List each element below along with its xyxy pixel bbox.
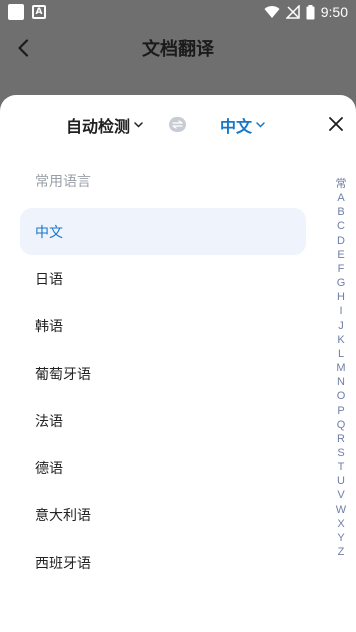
status-bar: A 9:50: [0, 0, 356, 24]
index-letter[interactable]: X: [337, 517, 344, 531]
index-letter[interactable]: V: [337, 488, 344, 502]
swap-icon: [172, 120, 183, 129]
index-letter[interactable]: K: [337, 333, 344, 347]
index-letter[interactable]: O: [337, 389, 346, 403]
language-item-korean[interactable]: 韩语: [20, 303, 306, 350]
page-title: 文档翻译: [142, 39, 214, 60]
index-letter[interactable]: P: [337, 404, 344, 418]
alphabet-index-bar[interactable]: 常 A B C D E F G H I J K L M N O P Q R S …: [334, 177, 348, 559]
wifi-icon: [264, 6, 280, 19]
index-letter[interactable]: Y: [337, 531, 344, 545]
close-icon: [329, 117, 343, 131]
language-item-portuguese[interactable]: 葡萄牙语: [20, 350, 306, 397]
close-button[interactable]: [326, 114, 346, 134]
index-letter[interactable]: S: [337, 446, 344, 460]
index-letter[interactable]: D: [337, 234, 345, 248]
common-languages-heading: 常用语言: [35, 174, 91, 190]
back-button[interactable]: [12, 36, 34, 60]
language-picker-sheet: 自动检测 中文 常用语言 中文 日语 韩语 葡萄牙语 法语 德语 意大利语 西班…: [0, 95, 356, 632]
index-letter[interactable]: C: [337, 219, 345, 233]
chevron-down-icon: [256, 122, 265, 128]
index-letter[interactable]: G: [337, 276, 346, 290]
index-letter[interactable]: Q: [337, 418, 346, 432]
language-item-german[interactable]: 德语: [20, 444, 306, 491]
source-language-label: 自动检测: [66, 117, 131, 136]
a-icon: A: [32, 5, 46, 19]
chevron-down-icon: [134, 122, 143, 128]
language-bar: 自动检测 中文: [0, 95, 356, 155]
language-item-japanese[interactable]: 日语: [20, 255, 306, 302]
index-letter[interactable]: Z: [338, 545, 345, 559]
language-item-spanish[interactable]: 西班牙语: [20, 539, 306, 586]
language-list: 中文 日语 韩语 葡萄牙语 法语 德语 意大利语 西班牙语: [20, 208, 306, 586]
index-letter[interactable]: I: [339, 304, 342, 318]
square-icon: [8, 4, 24, 20]
target-language-dropdown[interactable]: 中文: [220, 113, 265, 137]
index-letter[interactable]: J: [338, 319, 344, 333]
language-item-italian[interactable]: 意大利语: [20, 492, 306, 539]
index-letter[interactable]: H: [337, 290, 345, 304]
language-item-chinese[interactable]: 中文: [20, 208, 306, 256]
no-signal-icon: [285, 5, 300, 19]
clock-time: 9:50: [320, 4, 348, 20]
index-letter[interactable]: U: [337, 474, 345, 488]
target-language-label: 中文: [220, 117, 253, 136]
chevron-left-icon: [18, 39, 29, 57]
index-letter[interactable]: E: [337, 248, 344, 262]
index-letter[interactable]: F: [338, 262, 345, 276]
index-letter[interactable]: T: [338, 460, 345, 474]
index-letter[interactable]: B: [337, 205, 344, 219]
source-language-dropdown[interactable]: 自动检测: [66, 113, 143, 137]
language-item-french[interactable]: 法语: [20, 397, 306, 444]
swap-button[interactable]: [169, 117, 186, 132]
index-letter[interactable]: M: [336, 361, 345, 375]
app-header: 文档翻译: [0, 24, 356, 72]
index-letter[interactable]: W: [336, 503, 346, 517]
index-letter[interactable]: 常: [336, 177, 347, 191]
battery-icon: [306, 4, 315, 19]
index-letter[interactable]: R: [337, 432, 345, 446]
index-letter[interactable]: N: [337, 375, 345, 389]
index-letter[interactable]: A: [337, 191, 344, 205]
index-letter[interactable]: L: [338, 347, 344, 361]
